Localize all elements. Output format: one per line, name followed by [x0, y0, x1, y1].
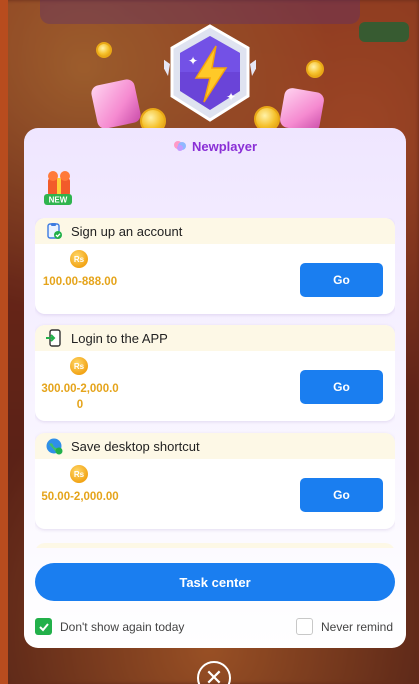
- reward-amount: 50.00-2,000.00: [41, 491, 119, 503]
- dont-show-label: Don't show again today: [60, 619, 185, 634]
- task-header: Sign up an account: [35, 218, 395, 244]
- checkbox-unchecked[interactable]: [296, 618, 313, 635]
- never-remind-option[interactable]: Never remind: [296, 618, 393, 635]
- clipboard-check-icon: [47, 223, 62, 239]
- coin-icon: [306, 60, 324, 78]
- dont-show-option[interactable]: Don't show again today: [35, 618, 184, 635]
- lightning-shield-icon: [164, 24, 256, 122]
- checkbox-checked[interactable]: [35, 618, 52, 635]
- newplayer-modal: Newplayer NEW Sign up an account Rs 100.…: [24, 128, 406, 648]
- gift-box-left-icon: [89, 77, 143, 131]
- go-button-signup[interactable]: Go: [300, 263, 383, 297]
- gift-box-right-icon: [278, 86, 326, 134]
- lightning-badge-art: ✦ ✦: [89, 20, 326, 140]
- new-badge-label: NEW: [49, 196, 68, 205]
- checkmark-icon: [38, 622, 49, 631]
- go-button-login[interactable]: Go: [300, 370, 383, 404]
- task-card-next: [35, 543, 395, 548]
- task-name: Sign up an account: [71, 223, 183, 239]
- task-header: Save desktop shortcut: [35, 433, 395, 459]
- task-list[interactable]: Sign up an account Rs 100.00-888.00 Go L…: [35, 218, 395, 548]
- sparkle-icon: ✦: [188, 54, 199, 68]
- close-icon: ✕: [204, 665, 224, 684]
- reward-amount: 100.00-888.00: [42, 276, 118, 288]
- task-name: Save desktop shortcut: [71, 438, 200, 454]
- go-button-shortcut[interactable]: Go: [300, 478, 383, 512]
- task-card-login: Login to the APP Rs 300.00-2,000.00 Go: [35, 325, 395, 421]
- task-center-button[interactable]: Task center: [35, 563, 395, 601]
- coin-icon: [96, 42, 112, 58]
- globe-shortcut-icon: [46, 438, 63, 455]
- sparkle-icon: ✦: [226, 90, 237, 104]
- modal-header: Newplayer: [24, 136, 406, 156]
- modal-title: Newplayer: [191, 138, 258, 154]
- task-header: Login to the APP: [35, 325, 395, 351]
- never-remind-label: Never remind: [321, 619, 394, 634]
- phone-login-icon: [46, 329, 61, 347]
- gem-icon: [173, 141, 186, 151]
- reward-amount: 300.00-2,000.00: [41, 383, 119, 411]
- new-gift-badge: NEW: [44, 171, 72, 205]
- task-name: Login to the APP: [71, 330, 168, 346]
- rupee-coin-icon: Rs: [70, 357, 88, 375]
- task-card-shortcut: Save desktop shortcut Rs 50.00-2,000.00 …: [35, 433, 395, 529]
- rupee-coin-icon: Rs: [70, 250, 88, 268]
- task-card-signup: Sign up an account Rs 100.00-888.00 Go: [35, 218, 395, 314]
- rupee-coin-icon: Rs: [70, 465, 88, 483]
